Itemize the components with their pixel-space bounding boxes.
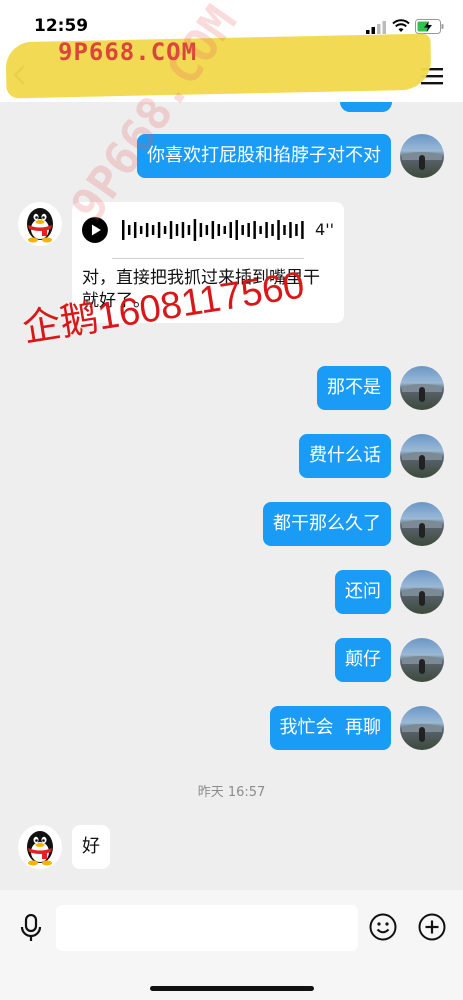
outgoing-message[interactable]: 你喜欢打屁股和掐脖子对不对 — [137, 134, 391, 178]
voice-waveform — [121, 219, 304, 241]
outgoing-message[interactable]: 还问 — [335, 570, 391, 614]
my-avatar[interactable] — [400, 366, 444, 410]
incoming-message[interactable]: 好 — [72, 825, 110, 869]
message-text: 我忙会 再聊 — [279, 717, 381, 738]
message-text: 颠仔 — [345, 649, 381, 670]
add-plus-icon[interactable] — [418, 913, 446, 941]
message-input-bar — [0, 890, 463, 1000]
my-avatar[interactable] — [400, 706, 444, 750]
contact-avatar-qq-penguin-icon[interactable] — [18, 202, 62, 246]
message-text: 费什么话 — [309, 445, 381, 466]
message-text: 都干那么久了 — [273, 513, 381, 534]
outgoing-message[interactable]: 我忙会 再聊 — [269, 706, 391, 750]
outgoing-message[interactable]: 那不是 — [317, 366, 391, 410]
battery-charging-icon — [415, 19, 444, 34]
contact-avatar-qq-penguin-icon[interactable] — [18, 825, 62, 869]
microphone-icon[interactable] — [20, 914, 42, 942]
message-input[interactable] — [56, 905, 358, 951]
home-indicator — [150, 986, 314, 991]
outgoing-message[interactable]: 都干那么久了 — [263, 502, 391, 546]
emoji-icon[interactable] — [369, 913, 397, 941]
message-text: 好 — [82, 836, 100, 857]
my-avatar[interactable] — [400, 638, 444, 682]
message-text: 还问 — [345, 581, 381, 602]
my-avatar[interactable] — [400, 570, 444, 614]
my-avatar[interactable] — [400, 134, 444, 178]
message-text: 你喜欢打屁股和掐脖子对不对 — [147, 145, 381, 166]
voice-duration: 4'' — [315, 220, 334, 239]
chat-timestamp: 昨天 16:57 — [197, 785, 266, 800]
message-text: 那不是 — [327, 377, 381, 398]
my-avatar[interactable] — [400, 434, 444, 478]
outgoing-message[interactable]: 费什么话 — [299, 434, 391, 478]
wifi-icon — [392, 19, 410, 32]
chat-message-list[interactable]: 你喜欢打屁股和掐脖子对不对 4'' 对，直接把我抓过来插到嘴里干就好了。 那不是… — [0, 102, 463, 890]
my-avatar[interactable] — [400, 502, 444, 546]
cellular-signal-icon — [366, 21, 386, 34]
status-time: 12:59 — [34, 16, 89, 36]
partial-outgoing-bubble — [340, 102, 392, 112]
outgoing-message[interactable]: 颠仔 — [335, 638, 391, 682]
